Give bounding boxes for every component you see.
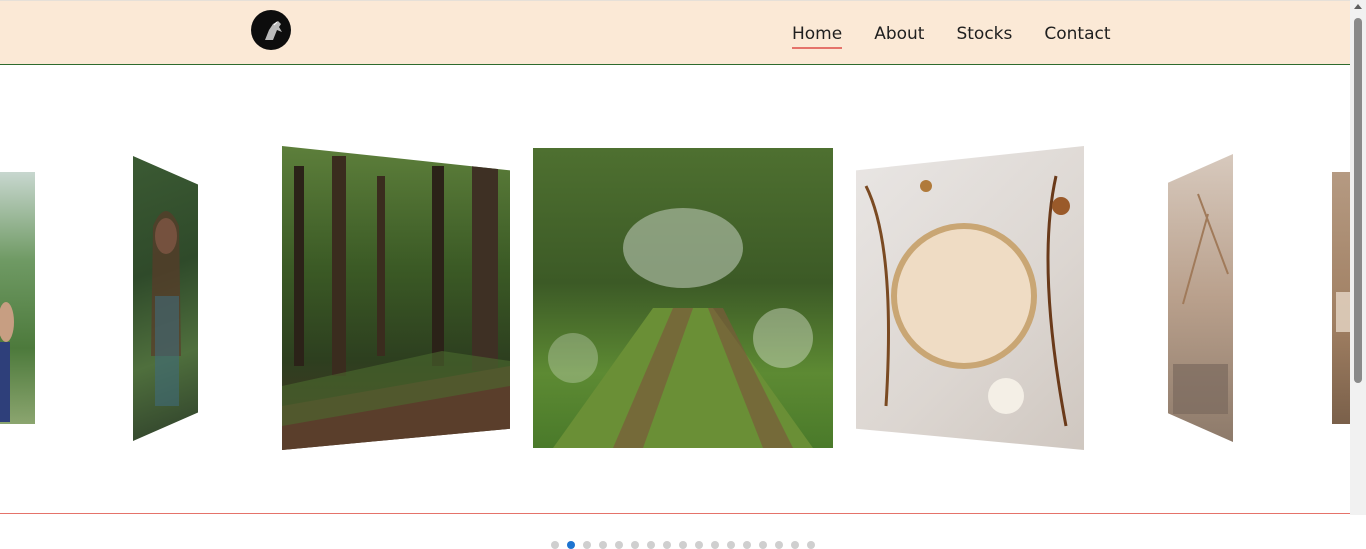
carousel-dot[interactable] [791,541,799,549]
mirror-flowers-image [864,175,1070,427]
carousel-dot[interactable] [759,541,767,549]
footer-divider [0,513,1350,514]
carousel-slide[interactable] [856,146,1084,450]
brand-logo[interactable] [251,10,291,50]
nav-link-stocks[interactable]: Stocks [956,23,1012,45]
nav-link-about[interactable]: About [874,23,924,45]
forest-path-image [282,156,510,450]
carousel-slide-active[interactable] [533,148,833,448]
carousel-slide[interactable] [133,156,198,441]
nav-link-contact[interactable]: Contact [1044,23,1110,45]
horse-logo-icon [265,21,282,40]
carousel-dot[interactable] [775,541,783,549]
scroll-thumb[interactable] [1354,18,1362,383]
carousel-dot[interactable] [567,541,575,549]
carousel-dot[interactable] [663,541,671,549]
carousel-dot[interactable] [583,541,591,549]
carousel-dot[interactable] [647,541,655,549]
carousel-dot[interactable] [631,541,639,549]
interior-plant-image [1173,193,1229,414]
carousel-dot[interactable] [711,541,719,549]
site-header: Home About Stocks Contact [0,0,1350,65]
woman-image [151,211,181,406]
scroll-up-icon[interactable] [1354,4,1362,9]
carousel-slide[interactable] [0,172,35,424]
portrait-image [0,302,14,422]
carousel-dot[interactable] [551,541,559,549]
carousel-dot[interactable] [695,541,703,549]
carousel-slide[interactable] [1332,172,1350,424]
carousel-slide[interactable] [282,146,510,450]
carousel-pagination [551,541,815,549]
carousel-dot[interactable] [679,541,687,549]
carousel-slide[interactable] [1168,154,1233,442]
image-carousel [0,66,1350,549]
carousel-dot[interactable] [807,541,815,549]
carousel-dot[interactable] [599,541,607,549]
nav-link-home[interactable]: Home [792,23,843,49]
carousel-dot[interactable] [727,541,735,549]
carousel-dot[interactable] [743,541,751,549]
woodland-track-image [548,208,813,448]
page-scrollbar[interactable] [1350,0,1366,515]
warm-interior-image [1336,292,1350,332]
carousel-dot[interactable] [615,541,623,549]
main-nav: Home About Stocks Contact [792,23,1111,49]
